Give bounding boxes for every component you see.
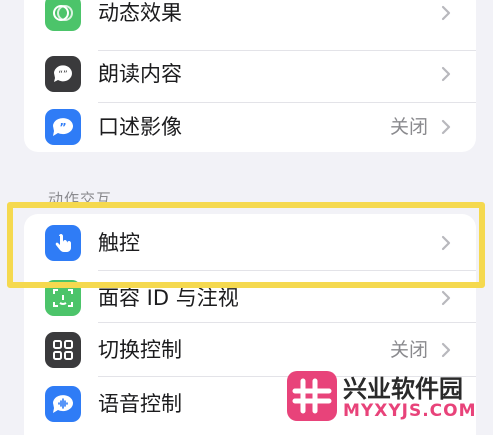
settings-row-label: 切换控制 [98,338,182,362]
audio-description-icon: ” [45,109,81,145]
vision-settings-group: 动态效果 “” 朗读内容 ” 口述影像 关闭 [24,0,476,152]
switch-control-icon [45,332,81,368]
settings-row-speak-content[interactable]: “” 朗读内容 [24,47,476,101]
settings-row-label: 语音控制 [98,392,182,416]
chevron-right-icon [441,342,451,358]
motion-icon [45,0,81,31]
svg-text:”: ” [59,121,66,134]
chevron-right-icon [441,119,451,135]
watermark-logo-icon [287,371,337,421]
speak-icon: “” [45,56,81,92]
accessibility-settings-screen: 动态效果 “” 朗读内容 ” 口述影像 关闭 动作交互 触控 面容 ID 与注视… [0,0,493,435]
watermark: 兴业软件园 MYXYJS.COM [287,369,487,427]
settings-row-label: 动态效果 [98,1,182,25]
watermark-title: 兴业软件园 [343,375,463,403]
settings-row-audio-description[interactable]: ” 口述影像 关闭 [24,100,476,152]
settings-row-label: 朗读内容 [98,62,182,86]
settings-row-value: 关闭 [389,116,428,138]
chevron-right-icon [441,66,451,82]
highlight-frame [7,202,485,288]
settings-row-motion[interactable]: 动态效果 [24,0,476,40]
chevron-right-icon [441,5,451,21]
voice-control-icon [45,386,81,422]
svg-text:“”: “” [58,70,67,80]
settings-row-label: 口述影像 [98,115,182,139]
watermark-url: MYXYJS.COM [343,401,477,421]
chevron-right-icon [441,290,451,306]
